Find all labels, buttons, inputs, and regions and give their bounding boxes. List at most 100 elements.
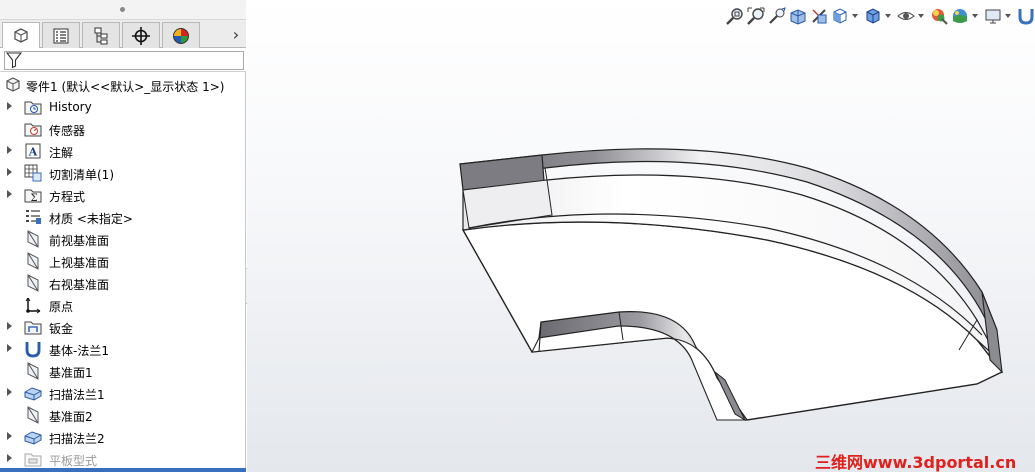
previous-view-icon[interactable] (767, 6, 787, 26)
plane-icon (27, 230, 39, 248)
tree-item-right-plane[interactable]: 右视基准面 (0, 272, 246, 294)
tree-item-label: 平板型式 (49, 454, 98, 468)
view-settings-dropdown[interactable] (1004, 6, 1012, 26)
hide-show-items-icon[interactable] (896, 6, 916, 26)
tree-item-flat-pattern[interactable]: 平板型式 (0, 448, 246, 470)
expand-arrow-icon[interactable] (7, 146, 12, 154)
tab-featuremanager[interactable] (2, 22, 40, 49)
apply-scene-dropdown[interactable] (971, 6, 979, 26)
edit-appearance-icon[interactable] (929, 6, 949, 26)
tab-displaymanager[interactable] (162, 22, 200, 48)
panel-grip[interactable] (0, 0, 246, 20)
expand-arrow-icon[interactable] (7, 388, 12, 396)
model-floor (461, 221, 1004, 421)
flat-pattern-icon (24, 453, 42, 467)
tree-item-front-plane[interactable]: 前视基准面 (0, 228, 246, 250)
tree-item-history[interactable]: History (0, 96, 246, 118)
more-tabs-chevron-icon[interactable]: › (228, 24, 244, 44)
graphics-viewport[interactable]: 三维网www.3dportal.cn (247, 0, 1035, 472)
tree-item-label: 扫描法兰1 (49, 388, 105, 402)
base-flange-tool-icon[interactable] (1016, 6, 1035, 26)
history-folder-icon (24, 101, 42, 115)
tree-item-label: 基准面1 (49, 366, 93, 380)
filter-input[interactable] (4, 51, 244, 70)
plane-icon (27, 274, 39, 292)
tree-item-label: 注解 (49, 146, 74, 160)
tree-item-top-plane[interactable]: 上视基准面 (0, 250, 246, 272)
view-settings-icon[interactable] (983, 6, 1003, 26)
tab-configurationmanager[interactable] (82, 22, 120, 48)
tree-item-plane1[interactable]: 基准面1 (0, 360, 246, 382)
view-orientation-icon[interactable] (830, 6, 850, 26)
property-manager-icon (53, 28, 69, 43)
expand-arrow-icon[interactable] (7, 168, 12, 176)
tab-propertymanager[interactable] (42, 22, 80, 48)
tree-item-label: 原点 (49, 300, 74, 314)
tab-dimxpertmanager[interactable] (122, 22, 160, 48)
part-icon (6, 77, 20, 92)
expand-arrow-icon[interactable] (7, 454, 12, 462)
plane-icon (27, 406, 39, 424)
tree-item-equations[interactable]: Σ 方程式 (0, 184, 246, 206)
annotations-icon: A (25, 143, 41, 159)
tree-item-label: 传感器 (49, 124, 86, 138)
dimxpert-icon (132, 26, 150, 45)
tree-item-label: 基准面2 (49, 410, 93, 424)
swept-flange-icon (24, 431, 42, 445)
plane-icon (27, 362, 39, 380)
dynamic-annotation-icon[interactable] (809, 6, 829, 26)
equations-icon: Σ (24, 189, 42, 204)
sheet-metal-folder-icon (24, 321, 42, 335)
tree-item-base-flange[interactable]: 基体-法兰1 (0, 338, 246, 360)
zoom-to-area-icon[interactable] (746, 6, 766, 26)
display-style-dropdown[interactable] (884, 6, 892, 26)
tree-root-part[interactable]: 零件1 (默认<<默认>_显示状态 1>) (0, 74, 246, 96)
expand-arrow-icon[interactable] (7, 322, 12, 330)
origin-icon (25, 297, 41, 314)
tree-item-sensors[interactable]: 传感器 (0, 118, 246, 140)
feature-filter-bar[interactable] (0, 48, 246, 72)
heads-up-view-toolbar (725, 4, 1035, 28)
sensor-folder-icon (24, 123, 42, 137)
hide-show-dropdown[interactable] (917, 6, 925, 26)
sheet-metal-part-model[interactable] (247, 0, 1035, 472)
grip-dot (120, 7, 125, 12)
filter-icon[interactable] (6, 52, 22, 68)
base-flange-icon (25, 342, 41, 358)
expand-arrow-icon[interactable] (7, 102, 12, 110)
site-watermark: 三维网www.3dportal.cn (815, 453, 1017, 472)
tree-item-label: 钣金 (49, 322, 74, 336)
material-icon (26, 210, 41, 224)
section-view-icon[interactable] (788, 6, 808, 26)
svg-text:A: A (28, 146, 38, 159)
display-manager-icon (173, 27, 189, 44)
more-tabs-glyph: › (232, 24, 240, 44)
expand-arrow-icon[interactable] (7, 344, 12, 352)
expand-arrow-icon[interactable] (7, 190, 12, 198)
feature-manager-panel: › 零件1 (默认<<默认>_显示状态 1>) History 传感器 A 注解 (0, 0, 246, 472)
feature-manager-tabbar: › (0, 20, 246, 49)
display-style-icon[interactable] (863, 6, 883, 26)
view-orientation-dropdown[interactable] (851, 6, 859, 26)
panel-bottom-accent (0, 468, 246, 472)
tree-item-label: 上视基准面 (49, 256, 110, 270)
tree-item-label: 切割清单(1) (49, 168, 114, 182)
tree-item-cut-list[interactable]: 切割清单(1) (0, 162, 246, 184)
tree-item-label: 方程式 (49, 190, 86, 204)
expand-arrow-icon[interactable] (7, 432, 12, 440)
svg-text:Σ: Σ (30, 193, 37, 204)
configuration-manager-icon (94, 27, 108, 44)
tree-item-material[interactable]: 材质 <未指定> (0, 206, 246, 228)
tree-root-label: 零件1 (默认<<默认>_显示状态 1>) (26, 80, 225, 94)
tree-item-swept-flange2[interactable]: 扫描法兰2 (0, 426, 246, 448)
tree-item-annotations[interactable]: A 注解 (0, 140, 246, 162)
tree-item-plane2[interactable]: 基准面2 (0, 404, 246, 426)
tree-item-sheet-metal[interactable]: 钣金 (0, 316, 246, 338)
apply-scene-icon[interactable] (950, 6, 970, 26)
zoom-to-fit-icon[interactable] (725, 6, 745, 26)
tree-item-origin[interactable]: 原点 (0, 294, 246, 316)
tree-item-swept-flange1[interactable]: 扫描法兰1 (0, 382, 246, 404)
tree-item-label: History (49, 100, 92, 114)
feature-tree-icon (14, 28, 28, 43)
swept-flange-icon (24, 387, 42, 401)
